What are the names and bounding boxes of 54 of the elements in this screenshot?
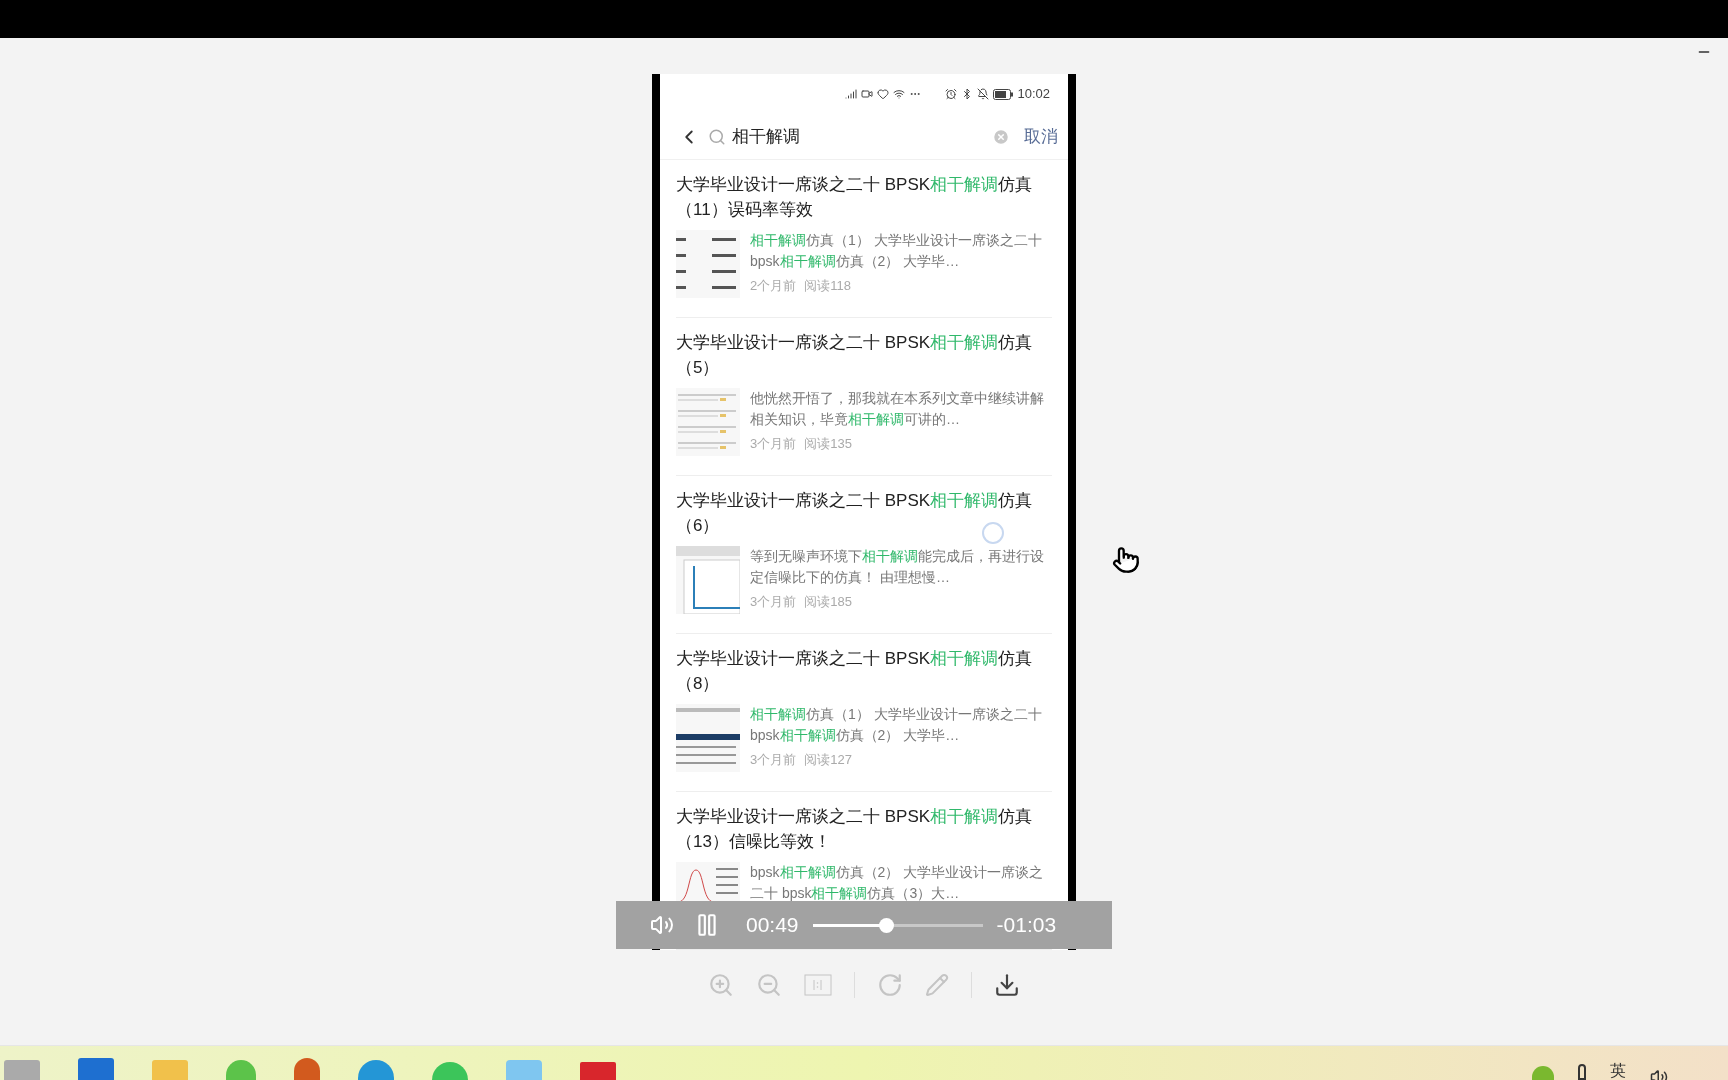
input-method[interactable]: 英 (1610, 1062, 1626, 1080)
clear-icon[interactable] (992, 127, 1010, 146)
article-snippet: bpsk相干解调仿真（2） 大学毕业设计一席谈之二十 bpsk相干解调仿真（3）大… (750, 863, 1045, 903)
zoom-in-icon[interactable] (708, 972, 734, 998)
app-icon[interactable] (506, 1060, 542, 1080)
download-icon[interactable] (994, 972, 1020, 998)
article-snippet: 相干解调仿真（1） 大学毕业设计一席谈之二十bpsk相干解调仿真（2） 大学毕… (750, 705, 1043, 745)
app-icon[interactable] (4, 1060, 40, 1080)
wifi-icon (893, 88, 906, 100)
read-count: 阅读185 (804, 593, 852, 611)
app-icon[interactable] (580, 1062, 616, 1080)
alarm-icon (945, 88, 958, 100)
article-age: 3个月前 (750, 593, 797, 611)
document-thumbnail (676, 388, 740, 456)
app-icon[interactable] (226, 1060, 256, 1080)
read-count: 阅读135 (804, 435, 852, 453)
cancel-button[interactable]: 取消 (1024, 123, 1058, 150)
hand-cursor-icon (1112, 545, 1140, 575)
heart-icon (877, 88, 890, 100)
article-title[interactable]: 大学毕业设计一席谈之二十 BPSK相干解调仿真（8） (676, 646, 1052, 696)
article-title[interactable]: 大学毕业设计一席谈之二十 BPSK相干解调仿真（6） (676, 488, 1052, 538)
tray-app-icon[interactable] (1532, 1066, 1554, 1080)
folder-icon[interactable] (152, 1060, 188, 1080)
article-age: 2个月前 (750, 277, 797, 295)
article-title[interactable]: 大学毕业设计一席谈之二十 BPSK相干解调仿真（5） (676, 330, 1052, 380)
status-time: 10:02 (1017, 85, 1050, 104)
signal-icon (845, 88, 858, 100)
read-count: 阅读127 (804, 751, 852, 769)
article-age: 3个月前 (750, 751, 797, 769)
seek-thumb[interactable] (878, 917, 894, 933)
article-title[interactable]: 大学毕业设计一席谈之二十 BPSK相干解调仿真（13）信噪比等效！ (676, 804, 1052, 854)
battery-icon (993, 88, 1014, 100)
elapsed-time: 00:49 (746, 912, 799, 939)
article-snippet: 相干解调仿真（1） 大学毕业设计一席谈之二十bpsk相干解调仿真（2） 大学毕… (750, 231, 1043, 271)
microphone-icon[interactable] (1578, 1064, 1586, 1080)
article-title[interactable]: 大学毕业设计一席谈之二十 BPSK相干解调仿真（11）误码率等效 (676, 172, 1052, 222)
rotate-icon[interactable] (877, 972, 903, 998)
mute-icon (977, 88, 990, 100)
search-field[interactable]: 相干解调 (708, 123, 992, 150)
video-icon (861, 88, 874, 100)
article-snippet: 他恍然开悟了，那我就在本系列文章中继续讲解相关知识，毕竟相干解调可讲的… (750, 389, 1045, 429)
plot-thumbnail (676, 546, 740, 614)
pencil-icon[interactable] (925, 973, 949, 997)
actual-size-icon[interactable] (804, 974, 832, 996)
table-thumbnail (676, 704, 740, 772)
search-icon (708, 127, 726, 146)
read-count: 阅读118 (804, 277, 851, 295)
remaining-time: -01:03 (996, 912, 1057, 939)
article-snippet: 等到无噪声环境下相干解调能完成后，再进行设定信噪比下的仿真！ 由理想慢… (750, 547, 1045, 587)
loading-spinner-icon (982, 522, 1004, 544)
table-thumbnail (676, 230, 740, 298)
start-icon[interactable] (78, 1058, 114, 1080)
article-age: 3个月前 (750, 435, 797, 453)
zoom-out-icon[interactable] (756, 972, 782, 998)
